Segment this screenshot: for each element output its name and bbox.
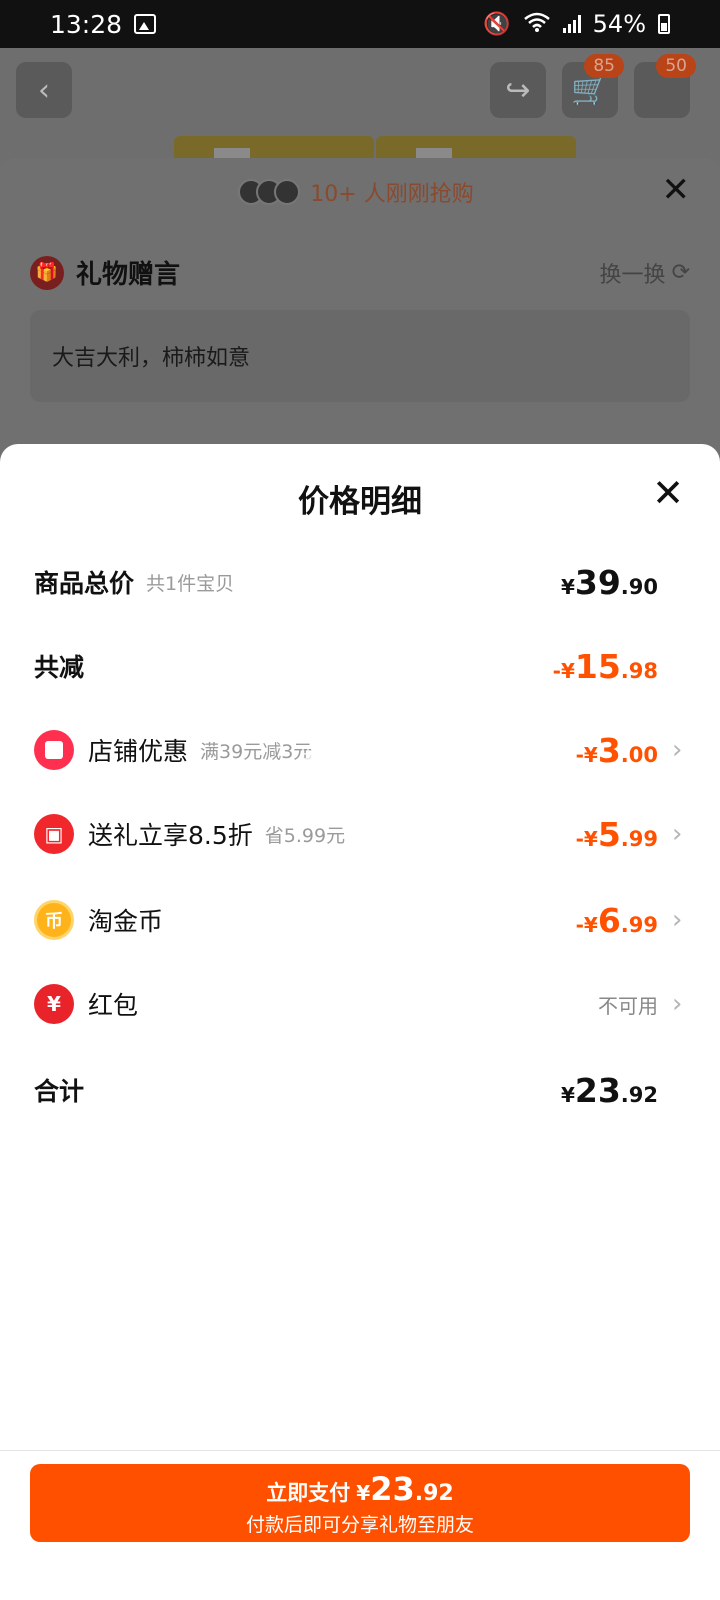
message-button[interactable]: 50 (634, 54, 696, 118)
amount-decimal: .92 (620, 1082, 658, 1107)
product-header-background: ‹ ↪ 🛒 85 50 (0, 48, 720, 216)
gift-icon: 🎁 (30, 255, 64, 290)
chevron-right-icon: › (672, 905, 683, 935)
amount-integer: 3 (597, 730, 621, 770)
cart-badge: 85 (584, 54, 624, 78)
coin-discount-row[interactable]: 币 淘金币 -¥ 6 .99 › (34, 890, 686, 950)
amount-decimal: .99 (620, 912, 658, 937)
price-detail-panel: 价格明细 ✕ 商品总价 共1件宝贝 ¥ 39 .90 共减 -¥ 15 .98 … (0, 444, 720, 1600)
image-notification-icon (134, 14, 157, 34)
amount-decimal: .99 (620, 826, 658, 851)
status-bar: 13:28 🔇 54% (0, 0, 720, 48)
store-discount-rule: 满39元减3元 (200, 740, 313, 763)
amount-integer: 39 (574, 562, 621, 602)
store-discount-label: 店铺优惠 (88, 737, 189, 766)
panel-title: 价格明细 (298, 484, 422, 520)
back-arrow-icon: ‹ (38, 72, 50, 108)
close-icon[interactable]: ✕ (652, 474, 684, 512)
gift-discount-saving: 省5.99元 (264, 824, 346, 847)
amount-integer: 5 (597, 814, 621, 854)
chevron-right-icon: › (672, 989, 683, 1019)
amount-decimal: .00 (620, 742, 658, 767)
currency-symbol: ¥ (560, 574, 575, 599)
goods-count: 共1件宝贝 (146, 572, 235, 595)
coin-icon: 币 (34, 900, 74, 940)
currency-symbol: ¥ (560, 1082, 575, 1107)
recent-buyers-text: 10+ 人刚刚抢购 (310, 182, 474, 207)
pay-note: 付款后即可分享礼物至朋友 (245, 1513, 474, 1536)
red-packet-status: 不可用 (598, 993, 658, 1018)
amount-decimal: .92 (414, 1480, 454, 1506)
message-badge: 50 (656, 54, 696, 78)
goods-total-amount: ¥ 39 .90 (561, 563, 658, 602)
red-packet-label: 红包 (88, 991, 139, 1020)
gift-discount-row[interactable]: ▣ 送礼立享8.5折 省5.99元 -¥ 5 .99 › (34, 804, 686, 864)
refresh-label: 换一换 (599, 262, 666, 288)
gift-close-button[interactable]: ✕ (662, 170, 691, 210)
signal-icon (562, 15, 581, 33)
gift-discount-amount: -¥ 5 .99 (576, 815, 658, 854)
gift-icon: ▣ (34, 814, 74, 854)
share-button[interactable]: ↪ (490, 62, 546, 118)
refresh-message-button[interactable]: 换一换 ⟳ (600, 257, 690, 289)
pay-now-button[interactable]: 立即支付 ¥ 23 .92 付款后即可分享礼物至朋友 (30, 1464, 690, 1542)
goods-total-row: 商品总价 共1件宝贝 ¥ 39 .90 (34, 552, 686, 612)
total-discount-label: 共减 (34, 653, 85, 682)
amount-decimal: .98 (620, 658, 658, 683)
sum-row: 合计 ¥ 23 .92 (34, 1060, 686, 1120)
gift-message-field[interactable]: 大吉大利，柿柿如意 (30, 310, 690, 402)
goods-total-label: 商品总价 (34, 569, 135, 598)
recent-buyers: 10+ 人刚刚抢购 (0, 176, 720, 208)
amount-integer: 23 (574, 1070, 621, 1110)
red-packet-row[interactable]: ¥ 红包 不可用 › (34, 974, 686, 1034)
chevron-right-icon: › (672, 735, 683, 765)
gift-sheet-background: 10+ 人刚刚抢购 ✕ 🎁 礼物赠言 换一换 ⟳ 大吉大利，柿柿如意 (0, 158, 720, 478)
buyer-avatars (238, 179, 301, 205)
status-time: 13:28 (50, 9, 123, 39)
gift-message-title: 礼物赠言 (76, 260, 181, 290)
total-discount-row: 共减 -¥ 15 .98 (34, 636, 686, 696)
amount-decimal: .90 (620, 574, 658, 599)
battery-percent: 54% (592, 10, 646, 38)
amount-integer: 23 (370, 1469, 415, 1508)
watermark: 卧粉叔 (300, 746, 367, 771)
pay-label: 立即支付 (266, 1480, 351, 1505)
sum-label: 合计 (34, 1077, 85, 1106)
wifi-icon (523, 11, 551, 38)
coin-discount-amount: -¥ 6 .99 (576, 901, 658, 940)
cart-button[interactable]: 🛒 85 (562, 54, 624, 118)
store-discount-amount: -¥ 3 .00 (576, 731, 658, 770)
currency-symbol: -¥ (575, 912, 598, 937)
sum-amount: ¥ 23 .92 (561, 1071, 658, 1110)
shop-icon (34, 730, 74, 770)
amount-integer: 15 (574, 646, 621, 686)
back-button[interactable]: ‹ (16, 62, 72, 118)
chevron-right-icon: › (672, 819, 683, 849)
footer-divider (0, 1450, 720, 1451)
total-discount-amount: -¥ 15 .98 (553, 647, 658, 686)
red-packet-icon: ¥ (34, 984, 74, 1024)
refresh-icon: ⟳ (671, 260, 690, 285)
mute-icon: 🔇 (483, 11, 511, 37)
currency-symbol: -¥ (575, 826, 598, 851)
gift-discount-label: 送礼立享8.5折 (88, 821, 253, 850)
currency-symbol: ¥ (356, 1480, 371, 1505)
share-icon: ↪ (505, 72, 531, 108)
amount-integer: 6 (597, 900, 621, 940)
battery-icon (658, 14, 670, 34)
currency-symbol: -¥ (552, 658, 575, 683)
currency-symbol: -¥ (575, 742, 598, 767)
coin-discount-label: 淘金币 (88, 907, 164, 936)
